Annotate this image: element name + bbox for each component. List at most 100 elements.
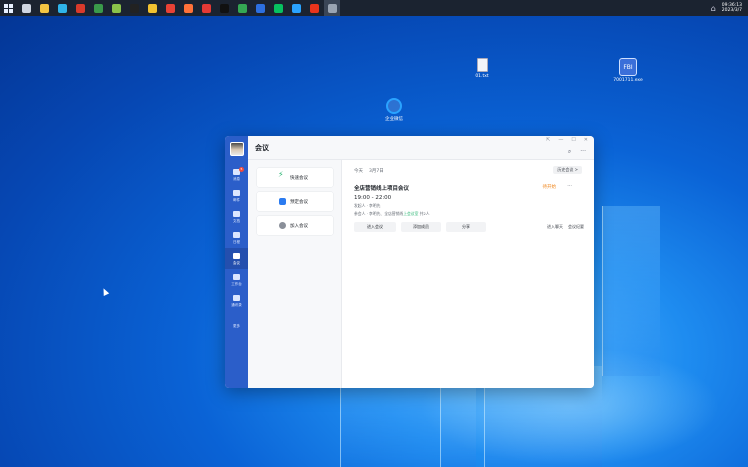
lightning-icon: ⚡ [278,170,284,179]
workbench-icon [233,273,240,280]
sidebar-item-mail[interactable]: 邮件 [225,185,248,206]
pin-icon[interactable]: ⇱ [546,137,550,143]
note-icon[interactable] [144,0,160,16]
calendar-check-icon [279,198,286,205]
browser-icon[interactable] [234,0,250,16]
meeting-participants: 参会人 · 李明先、全店营销线上会议室 共2人 [354,211,584,217]
qq-icon[interactable] [126,0,142,16]
meeting-organizer: 发起人 · 李明先 [354,203,381,208]
search-glyph [21,3,31,13]
camera-icon[interactable] [324,0,340,16]
participants-prefix: 参会人 · 李明先、全店营销线 [354,211,404,216]
wechat-icon[interactable] [270,0,286,16]
note-glyph [147,3,157,13]
sidebar-item-calendar[interactable]: 日程 [225,227,248,248]
join-meeting-button[interactable]: 加入会议 [257,216,333,235]
browser-glyph [237,3,247,13]
wps-glyph [309,3,319,13]
meeting-icon [233,252,240,259]
wecom-taskbar-icon[interactable] [288,0,304,16]
desktop-icon-label: 01.txt [475,74,489,79]
edge-icon[interactable] [54,0,70,16]
clock[interactable]: 09:36:13 2023/3/7 [722,3,742,13]
filezilla-icon[interactable] [72,0,88,16]
filezilla-glyph [75,3,85,13]
sidebar-item-label: 邮件 [233,197,240,202]
schedule-meeting-button[interactable]: 预定会议 [257,192,333,211]
sidebar-item-more[interactable]: 更多 [225,315,248,336]
search-icon[interactable]: ⌕ [568,148,571,156]
window-controls: ⇱ — ☐ ✕ [546,137,588,143]
sidebar-item-label: 更多 [233,323,240,328]
minimize-button[interactable]: — [558,137,563,143]
avatar[interactable] [229,142,244,156]
desktop-icon-txt[interactable]: 01.txt [467,58,497,79]
sidebar-item-message[interactable]: 消息 5 [225,164,248,185]
sidebar-item-label: 消息 [233,176,240,181]
taskbar: ⌂ 09:36:13 2023/3/7 [0,0,748,16]
meeting-more-icon[interactable]: ··· [567,183,572,189]
meeting-notes-link[interactable]: 会议纪要 [568,224,584,230]
tiktok-icon[interactable] [216,0,232,16]
desktop-icon-label: 7001711.exe [613,78,643,83]
content: ⚡ 快速会议 预定会议 加入会议 今天 3月7日 历史会议 > 全店营销线上项目… [248,160,594,388]
wecom-taskbar-glyph [291,3,301,13]
close-button[interactable]: ✕ [584,137,588,143]
desktop-icon-label: 企业微信 [385,117,403,122]
tiktok-glyph [219,3,229,13]
taskbar-apps [18,0,342,16]
more-icon[interactable]: ··· [580,148,586,156]
add-participants-label: 添加成员 [413,224,429,229]
qq-glyph [129,3,139,13]
quick-meeting-button[interactable]: ⚡ 快速会议 [257,168,333,187]
meeting-card[interactable]: 全店营销线上项目会议 待开始 ··· 19:00 - 22:00 发起人 · 李… [354,183,584,232]
network-icon[interactable]: ⌂ [711,4,716,13]
mail-icon[interactable] [252,0,268,16]
sidebar-item-contacts[interactable]: 通讯录 [225,290,248,311]
file-explorer-glyph [39,3,49,13]
tool-glyph [93,3,103,13]
wallpaper-pane [340,386,440,467]
action-label: 快速会议 [290,175,308,181]
search-icon[interactable] [18,0,34,16]
meeting-actions: ⚡ 快速会议 预定会议 加入会议 [248,160,342,388]
mail-glyph [255,3,265,13]
today-label: 今天 [354,169,363,174]
chrome-icon[interactable] [162,0,178,16]
doc-icon [233,210,240,217]
file-explorer-icon[interactable] [36,0,52,16]
maximize-button[interactable]: ☐ [571,137,575,143]
sidebar-item-label: 通讯录 [231,302,242,307]
start-button[interactable] [0,0,16,16]
unread-badge: 5 [239,167,244,172]
desktop-icon-wecom[interactable]: 企业微信 [379,98,409,122]
wps-icon[interactable] [306,0,322,16]
sidebar-item-doc[interactable]: 文档 [225,206,248,227]
chrome-glyph [165,3,175,13]
share-button[interactable]: 分享 [446,222,486,232]
enter-chat-link[interactable]: 进入聊天 [547,224,563,230]
calendar-icon [233,231,240,238]
participants-highlight: 上会议室 [403,211,419,216]
firefox-icon[interactable] [180,0,196,16]
tool-icon[interactable] [90,0,106,16]
action-label: 预定会议 [290,199,308,205]
add-participants-button[interactable]: 添加成员 [401,222,441,232]
green-app-icon[interactable] [108,0,124,16]
history-meetings-button[interactable]: 历史会议 > [553,166,582,174]
sidebar-items: 消息 5 邮件文档日程会议 工作台通讯录 [225,164,248,311]
sidebar-item-label: 日程 [233,239,240,244]
windows-logo-icon [3,3,13,13]
enter-meeting-label: 进入会议 [367,224,383,229]
firefox-glyph [183,3,193,13]
red-app-icon[interactable] [198,0,214,16]
meeting-buttons: 进入会议 添加成员 分享 进入聊天 会议纪要 [354,222,584,232]
meeting-app-window: 消息 5 邮件文档日程会议 工作台通讯录 更多 会议 ⇱ — ☐ ✕ ⌕ ··· ⚡ … [225,136,594,388]
sidebar-item-workbench[interactable]: 工作台 [225,269,248,290]
desktop-icon-exe[interactable]: FBI 7001711.exe [613,58,643,83]
enter-meeting-button[interactable]: 进入会议 [354,222,396,232]
sidebar-item-meeting[interactable]: 会议 [225,248,248,269]
camera-glyph [327,3,337,13]
sidebar: 消息 5 邮件文档日程会议 工作台通讯录 更多 [225,136,248,388]
title-actions: ⌕ ··· [568,148,586,156]
